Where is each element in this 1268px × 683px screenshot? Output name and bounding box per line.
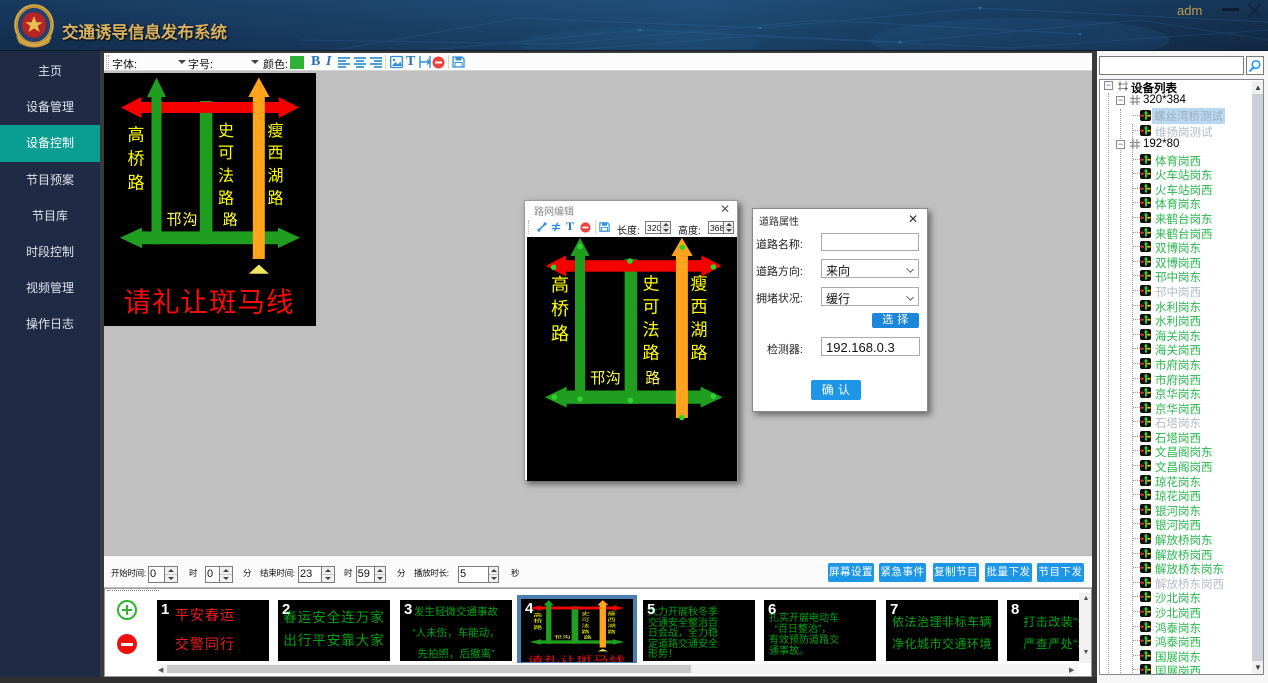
svg-text:高: 高 [551, 275, 569, 295]
svg-text:西: 西 [691, 298, 708, 317]
svg-text:路: 路 [643, 344, 660, 363]
svg-text:可: 可 [218, 145, 234, 162]
svg-text:沟: 沟 [182, 212, 197, 229]
svg-text:邗: 邗 [166, 212, 181, 229]
svg-text:邗: 邗 [554, 635, 562, 640]
svg-text:可: 可 [643, 298, 660, 317]
svg-text:路: 路 [645, 370, 660, 387]
svg-text:桥: 桥 [533, 618, 542, 624]
svg-text:法: 法 [643, 321, 660, 340]
svg-text:路: 路 [551, 324, 569, 344]
svg-text:瘦: 瘦 [267, 122, 283, 140]
svg-text:史: 史 [218, 122, 234, 140]
svg-text:史: 史 [643, 275, 660, 294]
svg-text:西: 西 [267, 145, 283, 162]
svg-text:请礼让斑马线: 请礼让斑马线 [124, 287, 295, 318]
svg-text:桥: 桥 [128, 150, 145, 169]
svg-text:瘦: 瘦 [691, 275, 708, 294]
svg-text:西: 西 [607, 617, 616, 622]
svg-text:路: 路 [267, 190, 283, 208]
svg-text:路: 路 [584, 635, 593, 640]
svg-text:邗: 邗 [590, 370, 605, 387]
svg-text:请礼让斑马线: 请礼让斑马线 [527, 655, 625, 662]
svg-text:法: 法 [218, 167, 234, 185]
svg-text:桥: 桥 [551, 299, 569, 319]
svg-text:路: 路 [691, 344, 708, 363]
svg-text:路: 路 [533, 625, 542, 631]
svg-text:高: 高 [533, 612, 542, 618]
svg-text:沟: 沟 [562, 635, 570, 640]
svg-text:路: 路 [223, 212, 238, 229]
svg-text:高: 高 [128, 126, 145, 145]
svg-text:湖: 湖 [267, 167, 283, 185]
svg-text:湖: 湖 [691, 321, 708, 340]
svg-text:可: 可 [581, 617, 590, 622]
svg-text:沟: 沟 [606, 370, 621, 387]
svg-text:路: 路 [218, 190, 234, 208]
svg-text:路: 路 [128, 174, 145, 193]
